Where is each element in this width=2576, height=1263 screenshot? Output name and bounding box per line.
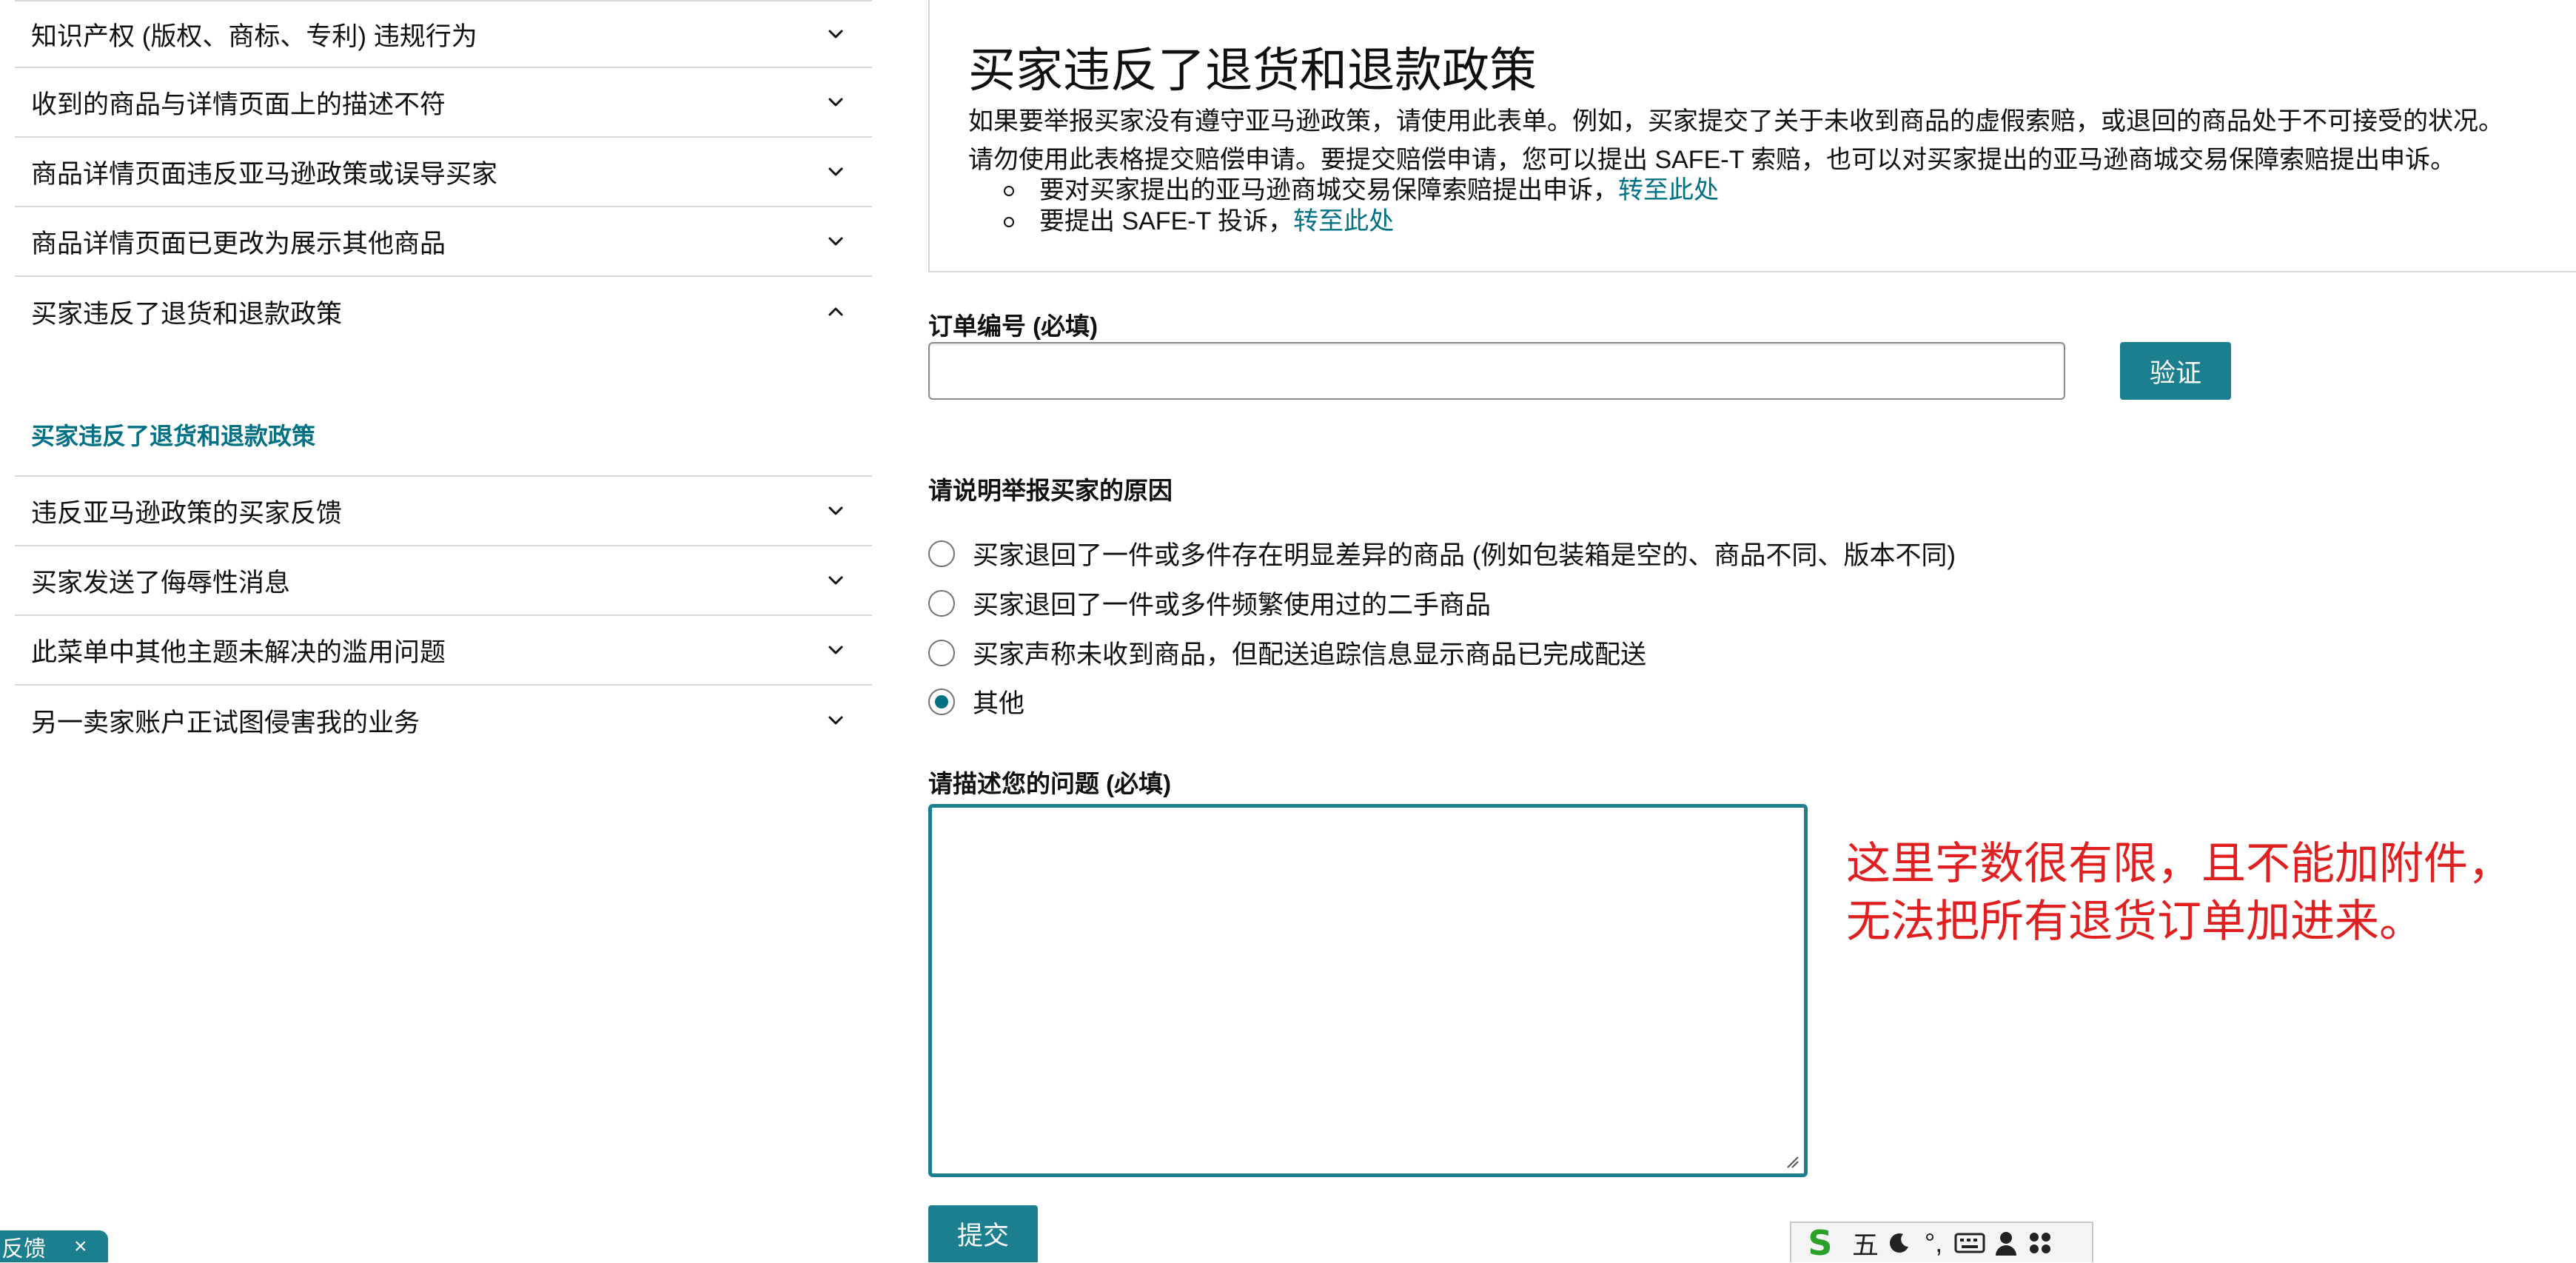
chevron-down-icon bbox=[825, 23, 847, 45]
chevron-down-icon bbox=[825, 639, 847, 661]
sidebar-item-label: 收到的商品与详情页面上的描述不符 bbox=[31, 90, 446, 119]
sidebar-item-not-as-described[interactable]: 收到的商品与详情页面上的描述不符 bbox=[15, 68, 872, 138]
report-form-panel: 买家违反了退货和退款政策 如果要举报买家没有遵守亚马逊政策，请使用此表单。例如，… bbox=[928, 0, 2576, 1263]
apps-icon[interactable] bbox=[2027, 1226, 2053, 1260]
ime-toolbar[interactable]: S 五 °, bbox=[1790, 1222, 2093, 1263]
policy-links-list: 要对买家提出的亚马逊商城交易保障索赔提出申诉，转至此处 要提出 SAFE-T 投… bbox=[1004, 175, 1719, 237]
radio-button[interactable] bbox=[928, 589, 955, 617]
description-line-2: 请勿使用此表格提交赔偿申请。要提交赔偿申请，您可以提出 SAFE-T 索赔，也可… bbox=[968, 146, 2456, 174]
sidebar-subitem-return-policy[interactable]: 买家违反了退货和退款政策 bbox=[31, 423, 315, 449]
ime-mode-toggle[interactable]: 五 bbox=[1852, 1226, 1879, 1260]
describe-issue-label: 请描述您的问题 (必填) bbox=[928, 770, 1172, 797]
sidebar-item-label: 知识产权 (版权、商标、专利) 违规行为 bbox=[31, 21, 477, 51]
resize-handle-icon[interactable] bbox=[1785, 1154, 1799, 1169]
reason-option-other[interactable]: 其他 bbox=[928, 683, 1024, 720]
chevron-down-icon bbox=[825, 500, 847, 522]
sidebar-item-label: 商品详情页面已更改为展示其他商品 bbox=[31, 229, 446, 258]
order-id-input[interactable] bbox=[928, 342, 2065, 400]
sidebar-item-detail-page-changed[interactable]: 商品详情页面已更改为展示其他商品 bbox=[15, 207, 872, 277]
red-annotation-note: 这里字数很有限，且不能加附件， 无法把所有退货订单加进来。 bbox=[1846, 835, 2512, 951]
reason-option-label: 买家声称未收到商品，但配送追踪信息显示商品已完成配送 bbox=[973, 640, 1647, 669]
sidebar-item-label: 违反亚马逊政策的买家反馈 bbox=[31, 498, 343, 528]
moon-icon[interactable] bbox=[1886, 1226, 1913, 1260]
keyboard-icon[interactable] bbox=[1954, 1226, 1985, 1260]
annotation-line-2: 无法把所有退货订单加进来。 bbox=[1846, 897, 2424, 946]
description-line-1: 如果要举报买家没有遵守亚马逊政策，请使用此表单。例如，买家提交了关于未收到商品的… bbox=[968, 107, 2503, 135]
chevron-down-icon bbox=[825, 569, 847, 592]
safe-t-claim-link[interactable]: 转至此处 bbox=[1293, 207, 1394, 235]
close-icon[interactable]: × bbox=[74, 1234, 87, 1259]
sidebar-item-label: 另一卖家账户正试图侵害我的业务 bbox=[31, 708, 420, 737]
list-item-text: 要提出 SAFE-T 投诉， bbox=[1039, 207, 1294, 235]
chevron-down-icon bbox=[825, 230, 847, 252]
policy-info-card: 买家违反了退货和退款政策 如果要举报买家没有遵守亚马逊政策，请使用此表单。例如，… bbox=[928, 0, 2576, 272]
reason-label: 请说明举报买家的原因 bbox=[928, 477, 1173, 504]
sidebar-item-return-policy[interactable]: 买家违反了退货和退款政策 bbox=[15, 277, 872, 346]
sidebar-item-seller-harm[interactable]: 另一卖家账户正试图侵害我的业务 bbox=[15, 686, 872, 755]
ime-logo-icon[interactable]: S bbox=[1796, 1223, 1845, 1263]
radio-button[interactable] bbox=[928, 540, 955, 567]
sidebar: 知识产权 (版权、商标、专利) 违规行为 收到的商品与详情页面上的描述不符 商品… bbox=[15, 0, 872, 755]
reason-option-claimed-not-received[interactable]: 买家声称未收到商品，但配送追踪信息显示商品已完成配送 bbox=[928, 634, 1646, 671]
sidebar-item-other-abuse[interactable]: 此菜单中其他主题未解决的滥用问题 bbox=[15, 616, 872, 686]
radio-button-selected[interactable] bbox=[928, 688, 955, 715]
policy-description: 如果要举报买家没有遵守亚马逊政策，请使用此表单。例如，买家提交了关于未收到商品的… bbox=[968, 102, 2552, 179]
sidebar-item-label: 商品详情页面违反亚马逊政策或误导买家 bbox=[31, 159, 498, 189]
list-item-text: 要对买家提出的亚马逊商城交易保障索赔提出申诉， bbox=[1039, 176, 1618, 204]
reason-option-label: 其他 bbox=[973, 689, 1025, 718]
chevron-down-icon bbox=[825, 161, 847, 183]
punctuation-toggle[interactable]: °, bbox=[1920, 1226, 1947, 1260]
a-to-z-appeal-link[interactable]: 转至此处 bbox=[1618, 176, 1719, 204]
sidebar-item-label: 此菜单中其他主题未解决的滥用问题 bbox=[31, 637, 446, 667]
user-icon[interactable] bbox=[1993, 1226, 2019, 1260]
page-title: 买家违反了退货和退款政策 bbox=[968, 44, 1537, 97]
order-id-label: 订单编号 (必填) bbox=[928, 312, 1099, 340]
list-item: 要提出 SAFE-T 投诉，转至此处 bbox=[1004, 206, 1719, 237]
reason-option-different-item[interactable]: 买家退回了一件或多件存在明显差异的商品 (例如包装箱是空的、商品不同、版本不同) bbox=[928, 535, 1956, 572]
list-item: 要对买家提出的亚马逊商城交易保障索赔提出申诉，转至此处 bbox=[1004, 175, 1719, 206]
radio-button[interactable] bbox=[928, 639, 955, 666]
chevron-down-icon bbox=[825, 91, 847, 113]
annotation-line-1: 这里字数很有限，且不能加附件， bbox=[1846, 839, 2512, 888]
sidebar-item-ip-violation[interactable]: 知识产权 (版权、商标、专利) 违规行为 bbox=[15, 0, 872, 68]
chevron-down-icon bbox=[825, 709, 847, 731]
sidebar-item-detail-page-policy[interactable]: 商品详情页面违反亚马逊政策或误导买家 bbox=[15, 138, 872, 207]
reason-option-used-item[interactable]: 买家退回了一件或多件频繁使用过的二手商品 bbox=[928, 584, 1491, 622]
reason-option-label: 买家退回了一件或多件存在明显差异的商品 (例如包装箱是空的、商品不同、版本不同) bbox=[973, 541, 1956, 570]
sidebar-item-buyer-feedback[interactable]: 违反亚马逊政策的买家反馈 bbox=[15, 477, 872, 546]
feedback-tab[interactable]: 反馈 × bbox=[0, 1230, 108, 1262]
sidebar-item-abusive-message[interactable]: 买家发送了侮辱性消息 bbox=[15, 546, 872, 616]
submit-button[interactable]: 提交 bbox=[928, 1205, 1038, 1262]
feedback-label[interactable]: 反馈 bbox=[1, 1230, 46, 1263]
sidebar-item-label: 买家发送了侮辱性消息 bbox=[31, 568, 291, 597]
reason-option-label: 买家退回了一件或多件频繁使用过的二手商品 bbox=[973, 591, 1492, 620]
chevron-up-icon bbox=[825, 301, 847, 323]
sidebar-item-label: 买家违反了退货和退款政策 bbox=[31, 299, 343, 329]
verify-button[interactable]: 验证 bbox=[2120, 342, 2231, 400]
describe-issue-textarea[interactable] bbox=[928, 804, 1808, 1177]
sidebar-expanded-section: 买家违反了退货和退款政策 bbox=[15, 346, 872, 477]
